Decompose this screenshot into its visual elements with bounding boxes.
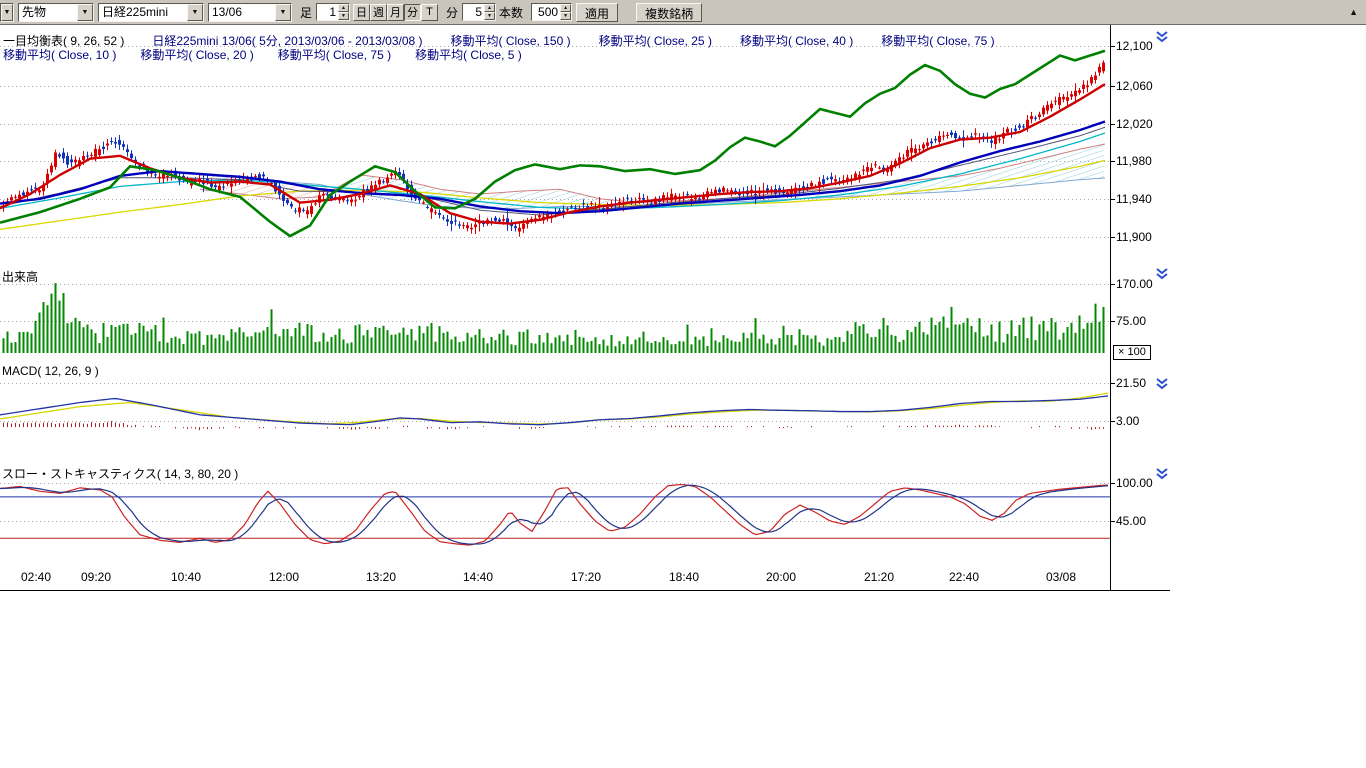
candles-layer bbox=[2, 60, 1105, 236]
stoch-k-line bbox=[0, 485, 1108, 545]
bar-count-value[interactable]: 500 bbox=[532, 4, 560, 20]
minute-spinner[interactable]: 5 ▲ ▼ bbox=[462, 3, 496, 21]
spin-down-icon[interactable]: ▼ bbox=[484, 12, 495, 20]
time-axis-label: 17:20 bbox=[571, 570, 601, 584]
pane-expand-button[interactable] bbox=[1155, 377, 1170, 389]
gridlines bbox=[0, 47, 1110, 522]
spin-up-icon[interactable]: ▲ bbox=[560, 4, 571, 12]
spin-down-icon[interactable]: ▼ bbox=[338, 12, 349, 20]
dropdown-arrow-icon[interactable]: ▼ bbox=[77, 4, 93, 21]
chart-panel: 12,100 12,060 12,020 11,980 11,940 11,900 170.… bbox=[0, 25, 1170, 591]
dropdown-arrow-icon[interactable]: ▼ bbox=[187, 4, 203, 21]
period-button-T[interactable]: T bbox=[421, 4, 438, 21]
collapsed-select[interactable]: ▼ bbox=[0, 3, 14, 22]
axis-tick-label: 170.00 bbox=[1116, 277, 1153, 291]
macd-line bbox=[0, 396, 1108, 425]
bar-interval-value[interactable]: 1 bbox=[317, 4, 338, 20]
axis-tick-label: 45.00 bbox=[1116, 514, 1146, 528]
time-axis-label: 10:40 bbox=[171, 570, 201, 584]
bar-type-label: 足 bbox=[300, 4, 312, 21]
axis-tick-label: 12,100 bbox=[1116, 39, 1153, 53]
axis-tick-label: 11,900 bbox=[1116, 230, 1152, 244]
symbol-select[interactable]: 日経225mini ▼ bbox=[98, 3, 204, 22]
time-axis-label: 22:40 bbox=[949, 570, 979, 584]
pane-expand-button[interactable] bbox=[1155, 467, 1170, 479]
minute-unit-label: 分 bbox=[446, 4, 458, 21]
volume-multiplier-box: × 100 bbox=[1113, 345, 1151, 360]
period-button-日[interactable]: 日 bbox=[353, 4, 370, 21]
dropdown-arrow-icon[interactable]: ▼ bbox=[1, 4, 13, 21]
bar-interval-spinner[interactable]: 1 ▲ ▼ bbox=[316, 3, 350, 21]
bar-count-spinner[interactable]: 500 ▲ ▼ bbox=[531, 3, 572, 21]
macd-layer bbox=[0, 393, 1108, 430]
pane-expand-button[interactable] bbox=[1155, 267, 1170, 279]
contract-month-value: 13/06 bbox=[209, 4, 275, 21]
toolbar-scroll-up-icon[interactable]: ▲ bbox=[1349, 7, 1358, 17]
time-axis-label: 21:20 bbox=[864, 570, 894, 584]
time-axis-label: 14:40 bbox=[463, 570, 493, 584]
time-axis-label: 09:20 bbox=[81, 570, 111, 584]
axis-tick-label: 3.00 bbox=[1116, 414, 1140, 428]
period-button-月[interactable]: 月 bbox=[387, 4, 404, 21]
category-select-value: 先物 bbox=[19, 4, 77, 21]
pane-expand-button[interactable] bbox=[1155, 30, 1170, 42]
spin-down-icon[interactable]: ▼ bbox=[560, 12, 571, 20]
axes: 12,100 12,060 12,020 11,980 11,940 11,900 170.… bbox=[0, 25, 1170, 591]
time-axis-label: 12:00 bbox=[269, 570, 299, 584]
minute-spinner-value[interactable]: 5 bbox=[463, 4, 484, 20]
time-axis-label: 02:40 bbox=[21, 570, 51, 584]
axis-tick-label: 75.00 bbox=[1116, 314, 1146, 328]
dropdown-arrow-icon[interactable]: ▼ bbox=[275, 4, 291, 21]
spin-up-icon[interactable]: ▲ bbox=[484, 4, 495, 12]
period-button-分[interactable]: 分 bbox=[404, 4, 421, 21]
axis-tick-label: 100.00 bbox=[1116, 476, 1153, 490]
multi-symbol-button[interactable]: 複数銘柄 bbox=[636, 3, 702, 22]
axis-tick-label: 11,940 bbox=[1116, 192, 1152, 206]
chart-plot-svg[interactable]: 12,100 12,060 12,020 11,980 11,940 11,900 170.… bbox=[0, 25, 1170, 591]
stochastics-layer bbox=[0, 485, 1110, 545]
category-select[interactable]: 先物 ▼ bbox=[18, 3, 94, 22]
axis-tick-label: 12,020 bbox=[1116, 117, 1153, 131]
time-axis-label: 18:40 bbox=[669, 570, 699, 584]
period-button-週[interactable]: 週 bbox=[370, 4, 387, 21]
axis-tick-label: 11,980 bbox=[1116, 154, 1152, 168]
axis-tick-label: 12,060 bbox=[1116, 79, 1153, 93]
period-button-group: 日週月分T bbox=[353, 4, 438, 21]
apply-button[interactable]: 適用 bbox=[576, 3, 618, 22]
volume-layer bbox=[4, 283, 1104, 353]
macd-signal-line bbox=[0, 393, 1108, 424]
time-axis-label: 13:20 bbox=[366, 570, 396, 584]
contract-month-select[interactable]: 13/06 ▼ bbox=[208, 3, 292, 22]
symbol-select-value: 日経225mini bbox=[99, 4, 187, 21]
bar-count-label: 本数 bbox=[499, 4, 523, 21]
time-axis-label: 03/08 bbox=[1046, 570, 1076, 584]
time-axis-label: 20:00 bbox=[766, 570, 796, 584]
axis-tick-label: 21.50 bbox=[1116, 376, 1146, 390]
toolbar: ▼ 先物 ▼ 日経225mini ▼ 13/06 ▼ 足 1 ▲ ▼ 日週月分T… bbox=[0, 0, 1366, 25]
spin-up-icon[interactable]: ▲ bbox=[338, 4, 349, 12]
